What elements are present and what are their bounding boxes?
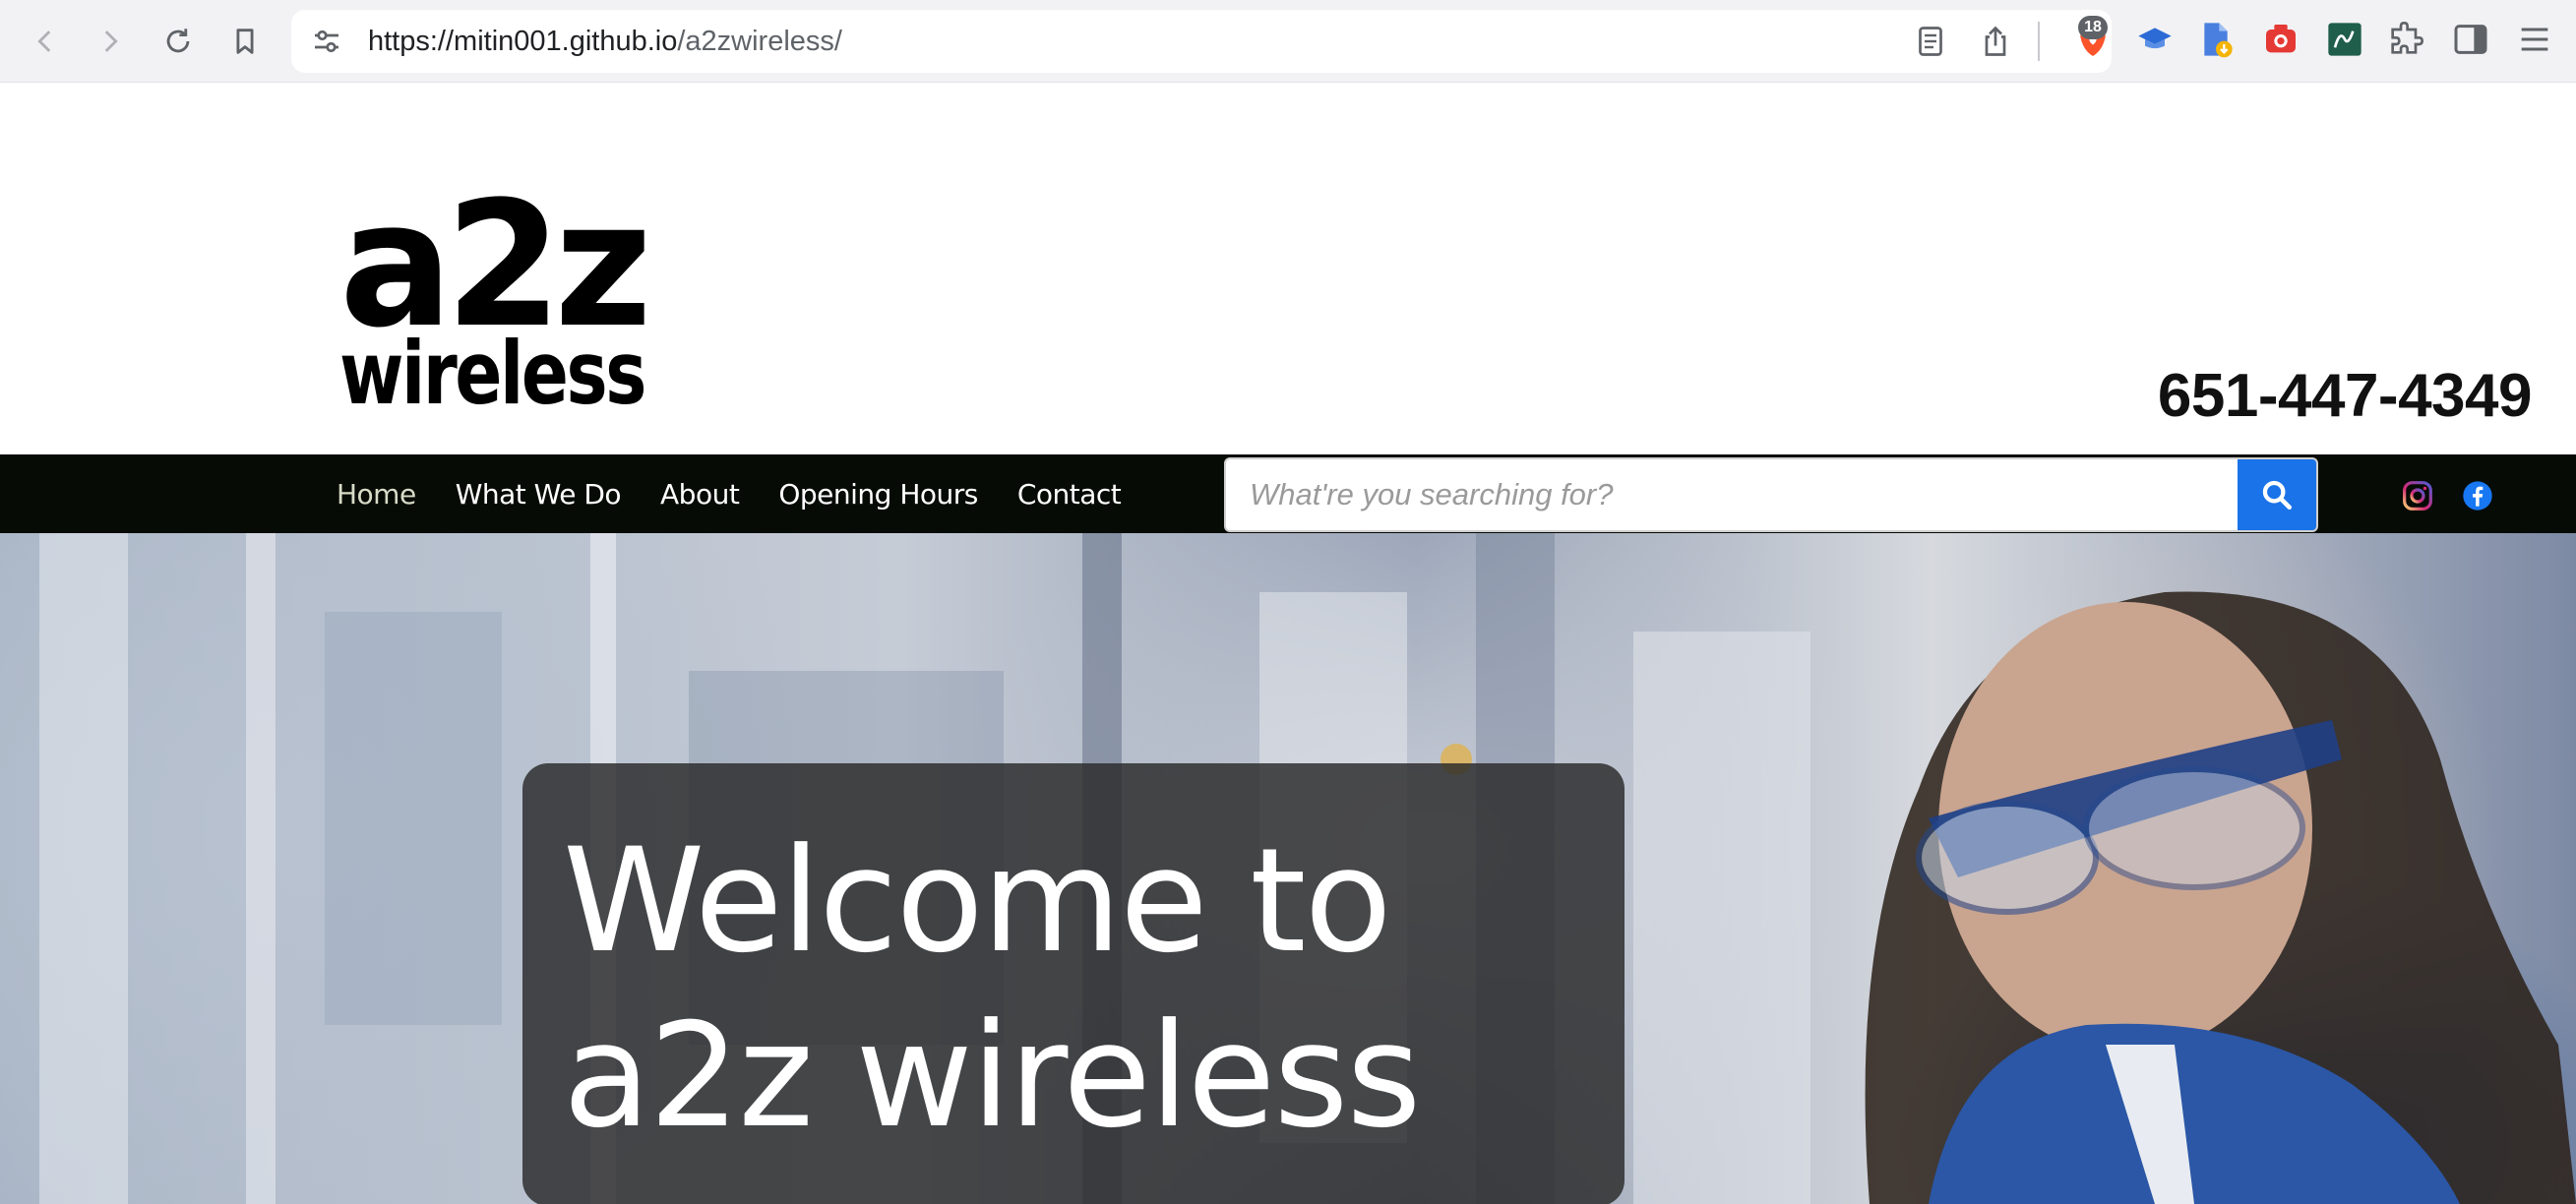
- svg-text:wireless: wireless: [339, 323, 644, 408]
- url-host: https://mitin001.github.io: [368, 26, 678, 57]
- hero-title: Welcome to a2z wireless: [563, 813, 1606, 1164]
- facebook-icon[interactable]: [2462, 480, 2493, 512]
- site-header: a2z wireless 651-447-4349: [0, 83, 2576, 454]
- address-bar[interactable]: https://mitin001.github.io/a2zwireless/: [291, 10, 2112, 73]
- url-text: https://mitin001.github.io/a2zwireless/: [368, 10, 842, 73]
- extension-camera-icon[interactable]: [2261, 20, 2300, 59]
- phone-number[interactable]: 651-447-4349: [2158, 361, 2533, 431]
- browser-toolbar: https://mitin001.github.io/a2zwireless/ …: [0, 0, 2576, 83]
- menu-hamburger-icon[interactable]: [2515, 20, 2554, 59]
- nav-item-what-we-do[interactable]: What We Do: [456, 478, 622, 511]
- a2z-wireless-logo[interactable]: a2z wireless: [339, 187, 646, 408]
- forward-button[interactable]: [87, 18, 134, 65]
- nav-item-contact[interactable]: Contact: [1017, 478, 1122, 511]
- nav-links: Home What We Do About Opening Hours Cont…: [337, 454, 1160, 533]
- hero-title-line2: a2z wireless: [563, 993, 1422, 1160]
- nav-item-about[interactable]: About: [660, 478, 740, 511]
- shields-count-badge: 18: [2078, 16, 2108, 39]
- back-arrow-icon: [37, 30, 51, 52]
- site-settings-icon[interactable]: [309, 24, 344, 59]
- extension-document-icon[interactable]: [2196, 20, 2236, 59]
- back-button[interactable]: [22, 18, 69, 65]
- extensions-puzzle-icon[interactable]: [2386, 20, 2425, 59]
- search-bar: [1224, 457, 2318, 532]
- nav-item-home[interactable]: Home: [337, 478, 416, 511]
- instagram-icon[interactable]: [2402, 480, 2433, 512]
- search-button[interactable]: [2238, 459, 2316, 530]
- forward-arrow-icon: [104, 30, 118, 52]
- reload-icon: [166, 29, 190, 53]
- url-path: /a2zwireless/: [677, 26, 842, 57]
- bookmark-button[interactable]: [221, 18, 269, 65]
- toolbar-divider: [2038, 22, 2040, 61]
- sidebar-toggle-icon[interactable]: [2451, 20, 2490, 59]
- reader-mode-icon[interactable]: [1913, 24, 1948, 59]
- nav-item-opening-hours[interactable]: Opening Hours: [778, 478, 978, 511]
- extension-graduation-icon[interactable]: [2135, 20, 2175, 59]
- hero-title-line1: Welcome to: [563, 817, 1392, 985]
- search-input[interactable]: [1226, 459, 2239, 530]
- main-navbar: Home What We Do About Opening Hours Cont…: [0, 454, 2576, 533]
- bookmark-icon: [236, 29, 254, 54]
- reload-button[interactable]: [154, 18, 202, 65]
- search-icon: [2262, 480, 2293, 511]
- extension-signature-icon[interactable]: [2325, 20, 2364, 59]
- hero-banner: Welcome to a2z wireless: [0, 533, 2576, 1204]
- share-icon[interactable]: [1978, 24, 2013, 59]
